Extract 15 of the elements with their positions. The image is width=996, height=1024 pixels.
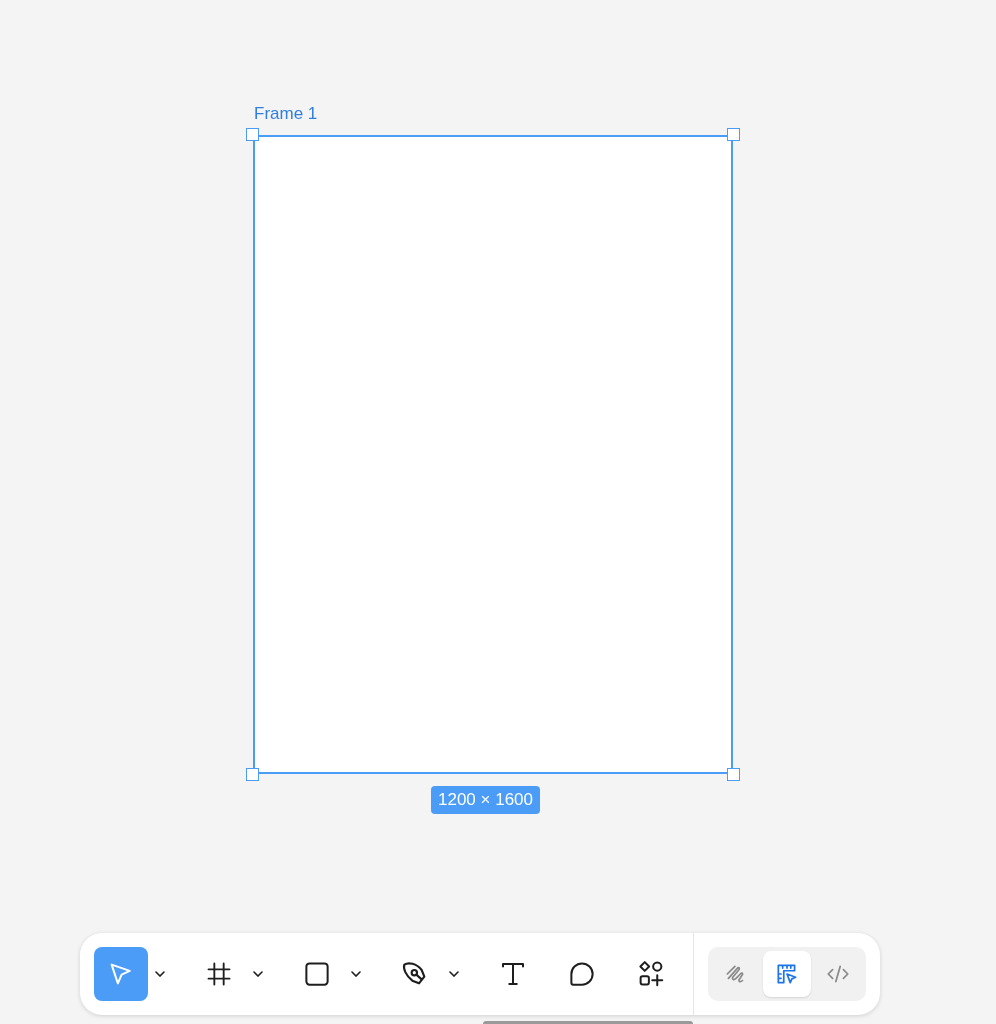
resize-handle[interactable] [246, 128, 259, 141]
size-badge: 1200 × 1600 [431, 786, 540, 814]
shapes-icon [636, 959, 666, 989]
chevron-down-icon [253, 971, 263, 977]
resize-handle[interactable] [727, 128, 740, 141]
resize-handle[interactable] [246, 768, 259, 781]
resize-handle[interactable] [727, 768, 740, 781]
rectangle-icon [302, 959, 332, 989]
frame-icon [205, 960, 233, 988]
frame-label[interactable]: Frame 1 [254, 103, 318, 125]
chevron-down-icon [449, 971, 459, 977]
comment-icon [567, 959, 597, 989]
mode-button[interactable] [763, 951, 811, 997]
chevron-down-icon [155, 971, 165, 977]
chevron-down-icon [351, 971, 361, 977]
